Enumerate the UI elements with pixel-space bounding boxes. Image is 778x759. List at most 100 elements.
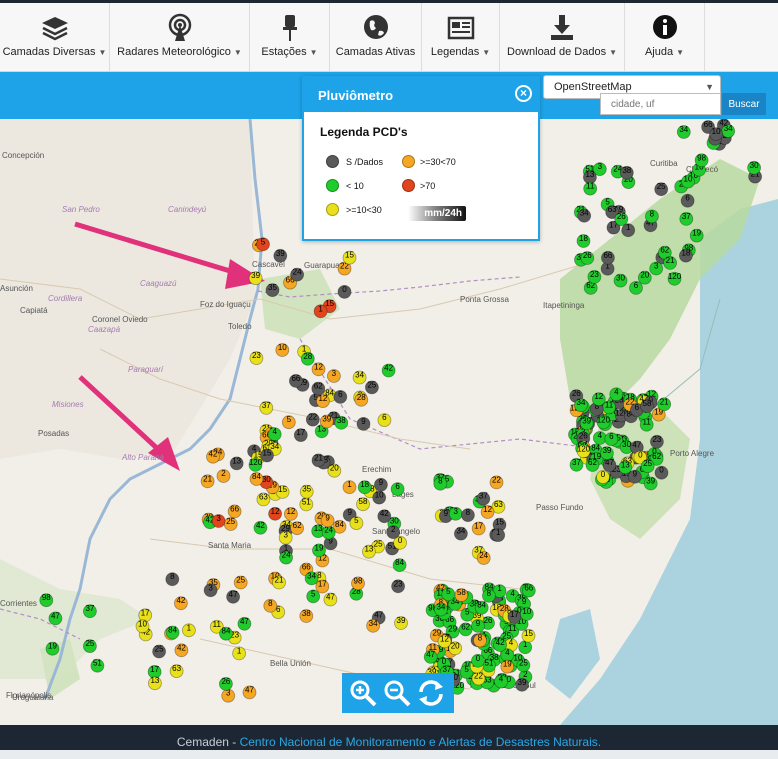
station-marker[interactable]: 4: [494, 675, 508, 689]
station-marker[interactable]: 20: [327, 464, 342, 478]
station-marker[interactable]: 58: [454, 588, 469, 602]
station-marker[interactable]: 84: [219, 627, 233, 641]
station-marker[interactable]: 10: [275, 343, 290, 357]
station-marker[interactable]: 0: [596, 470, 610, 484]
station-marker[interactable]: 15: [521, 629, 536, 643]
station-marker[interactable]: 23: [650, 435, 664, 449]
station-marker[interactable]: 3: [203, 583, 218, 598]
station-marker[interactable]: 98: [694, 153, 709, 168]
station-marker[interactable]: 5: [349, 516, 364, 531]
station-marker[interactable]: 58: [356, 497, 370, 512]
station-marker[interactable]: 35: [265, 283, 280, 298]
station-marker[interactable]: 24: [321, 526, 336, 540]
station-marker[interactable]: 13: [229, 456, 244, 471]
station-marker[interactable]: 19: [689, 229, 704, 243]
station-marker[interactable]: 37: [476, 492, 491, 506]
station-marker[interactable]: 9: [356, 417, 371, 431]
station-marker[interactable]: 8: [645, 209, 659, 224]
station-marker[interactable]: 30: [613, 274, 628, 288]
station-marker[interactable]: 0: [471, 654, 485, 668]
station-marker[interactable]: 6: [629, 281, 643, 295]
station-marker[interactable]: 21: [311, 453, 326, 468]
station-marker[interactable]: 62: [585, 458, 600, 472]
station-marker[interactable]: 15: [342, 251, 357, 265]
station-marker[interactable]: 66: [601, 251, 615, 265]
station-marker[interactable]: 66: [288, 374, 303, 388]
station-marker[interactable]: 39: [515, 678, 529, 692]
station-marker[interactable]: 3: [448, 507, 463, 521]
station-marker[interactable]: 26: [580, 251, 595, 265]
station-marker[interactable]: 1: [621, 223, 636, 238]
station-marker[interactable]: 39: [273, 249, 288, 263]
station-marker[interactable]: 9: [471, 619, 485, 633]
station-marker[interactable]: 84: [165, 626, 180, 640]
station-marker[interactable]: 39: [394, 616, 408, 630]
station-marker[interactable]: 4: [592, 431, 607, 445]
station-marker[interactable]: 10: [372, 491, 387, 505]
station-marker[interactable]: 3: [326, 369, 341, 383]
station-marker[interactable]: 9: [320, 514, 335, 528]
station-marker[interactable]: 35: [299, 485, 314, 499]
station-marker[interactable]: 39: [248, 271, 263, 286]
station-marker[interactable]: 42: [377, 509, 392, 524]
station-marker[interactable]: 11: [583, 182, 598, 196]
station-marker[interactable]: 19: [500, 660, 515, 674]
station-marker[interactable]: 8: [165, 572, 180, 587]
station-marker[interactable]: 84: [392, 558, 407, 573]
station-marker[interactable]: 21: [200, 474, 215, 489]
station-marker[interactable]: 6: [604, 432, 619, 447]
station-marker[interactable]: 66: [521, 584, 536, 598]
station-marker[interactable]: 47: [323, 593, 338, 607]
station-marker[interactable]: 12: [311, 362, 326, 377]
station-marker[interactable]: 12: [315, 394, 330, 409]
station-marker[interactable]: 1: [491, 528, 506, 543]
station-marker[interactable]: 84: [474, 601, 489, 615]
station-marker[interactable]: 25: [654, 182, 669, 197]
station-marker[interactable]: 23: [391, 579, 406, 594]
nav-ajuda[interactable]: Ajuda ▼: [625, 3, 705, 71]
station-marker[interactable]: 8: [263, 599, 278, 613]
station-marker[interactable]: 6: [377, 413, 392, 428]
station-marker[interactable]: 23: [587, 270, 602, 284]
station-marker[interactable]: 47: [237, 617, 252, 631]
station-marker[interactable]: 1: [232, 646, 247, 661]
station-marker[interactable]: 8: [473, 634, 487, 648]
nav-estacoes[interactable]: Estações ▼: [250, 3, 330, 71]
station-marker[interactable]: 10: [709, 127, 723, 142]
station-marker[interactable]: 38: [334, 416, 349, 430]
station-marker[interactable]: 12: [591, 392, 606, 407]
station-marker[interactable]: 28: [300, 352, 315, 366]
station-marker[interactable]: 25: [516, 658, 531, 673]
station-marker[interactable]: 12: [268, 507, 283, 521]
station-marker[interactable]: 21: [272, 576, 286, 590]
footer-link[interactable]: Centro Nacional de Monitoramento e Alert…: [240, 735, 602, 749]
station-marker[interactable]: 120: [248, 458, 263, 472]
station-marker[interactable]: 13: [147, 676, 162, 691]
station-marker[interactable]: 25: [83, 639, 97, 653]
station-marker[interactable]: 30: [747, 161, 761, 175]
station-marker[interactable]: 26: [218, 677, 233, 691]
station-marker[interactable]: 34: [453, 527, 468, 541]
search-button[interactable]: Buscar: [722, 93, 766, 115]
station-marker[interactable]: 39: [643, 477, 658, 491]
station-marker[interactable]: 42: [174, 643, 189, 658]
station-marker[interactable]: 4: [609, 387, 624, 402]
station-marker[interactable]: 12: [437, 634, 452, 649]
station-marker[interactable]: 8: [481, 589, 496, 603]
station-marker[interactable]: 3: [221, 689, 236, 703]
station-marker[interactable]: 25: [364, 380, 379, 395]
station-marker[interactable]: 34: [352, 371, 367, 385]
station-marker[interactable]: 0: [337, 285, 352, 299]
station-marker[interactable]: 10: [519, 607, 534, 621]
station-marker[interactable]: 25: [223, 517, 238, 531]
station-marker[interactable]: 18: [576, 234, 591, 248]
station-marker[interactable]: 9: [373, 478, 388, 492]
station-marker[interactable]: 62: [458, 622, 473, 637]
station-marker[interactable]: 24: [476, 551, 491, 565]
station-marker[interactable]: 13: [361, 545, 376, 559]
station-marker[interactable]: 25: [640, 459, 655, 474]
station-marker[interactable]: 8: [460, 508, 475, 523]
station-marker[interactable]: 47: [226, 590, 241, 604]
station-marker[interactable]: 18: [357, 480, 372, 495]
station-marker[interactable]: 120: [596, 415, 611, 430]
